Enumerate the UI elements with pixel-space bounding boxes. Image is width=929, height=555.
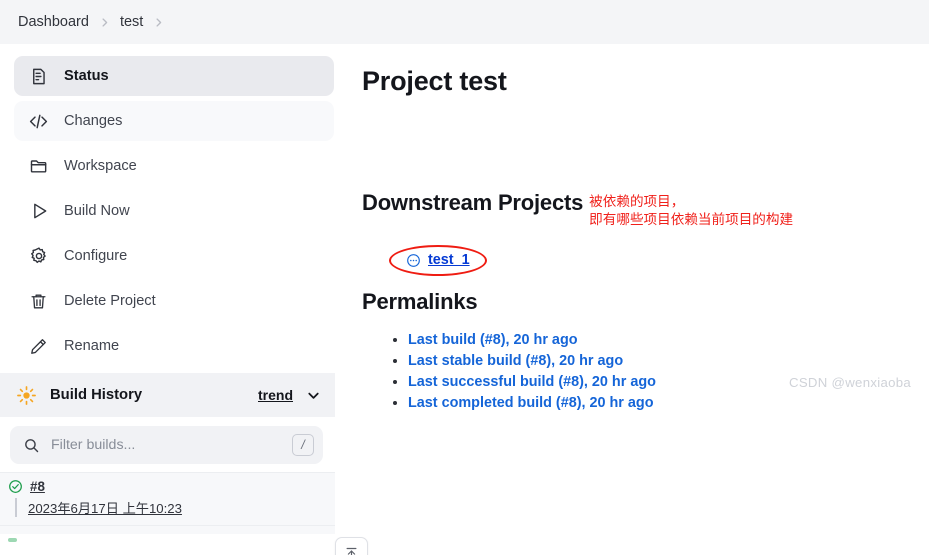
sidebar-item-label: Workspace	[64, 158, 137, 174]
downstream-projects-heading: Downstream Projects	[362, 190, 584, 215]
sidebar-item-changes[interactable]: Changes	[14, 101, 334, 141]
pending-circle-icon	[406, 253, 421, 268]
annotation-line-2: 即有哪些项目依赖当前项目的构建	[589, 212, 794, 228]
build-history-row[interactable]: #8 2023年6月17日 上午10:23	[0, 472, 335, 525]
filter-shortcut-badge: /	[292, 434, 314, 456]
build-date-link[interactable]: 2023年6月17日 上午10:23	[15, 498, 182, 517]
pencil-icon	[28, 336, 49, 357]
breadcrumb-item-test[interactable]: test	[120, 14, 143, 30]
sidebar-item-status[interactable]: Status	[14, 56, 334, 96]
filter-builds-input[interactable]	[51, 437, 281, 453]
permalinks-list: Last build (#8), 20 hr ago Last stable b…	[408, 332, 905, 411]
build-history-row-partial[interactable]	[0, 525, 335, 542]
breadcrumb-item-dashboard[interactable]: Dashboard	[18, 14, 89, 30]
chevron-right-icon-2[interactable]	[153, 17, 164, 28]
gear-icon	[28, 246, 49, 267]
permalink-last-stable-build[interactable]: Last stable build (#8), 20 hr ago	[408, 353, 623, 369]
sidebar-item-label: Build Now	[64, 203, 130, 219]
check-circle-icon	[8, 479, 23, 494]
page-title: Project test	[362, 66, 507, 96]
list-item: Last completed build (#8), 20 hr ago	[408, 395, 905, 411]
sidebar-item-workspace[interactable]: Workspace	[14, 146, 334, 186]
scroll-buttons-group	[335, 537, 368, 555]
build-filter-row: /	[0, 417, 335, 472]
sidebar-item-label: Rename	[64, 338, 120, 354]
chevron-right-icon	[99, 17, 110, 28]
permalink-last-completed-build[interactable]: Last completed build (#8), 20 hr ago	[408, 395, 653, 411]
sidebar-item-delete-project[interactable]: Delete Project	[14, 281, 334, 321]
chevron-down-icon[interactable]	[306, 388, 321, 403]
trend-link[interactable]: trend	[258, 387, 293, 403]
annotation-line-1: 被依赖的项目，	[589, 194, 685, 209]
annotation-note: 被依赖的项目， 即有哪些项目依赖当前项目的构建	[589, 190, 793, 229]
code-icon	[28, 111, 49, 132]
permalinks-heading: Permalinks	[362, 288, 478, 314]
list-item: Last stable build (#8), 20 hr ago	[408, 353, 905, 369]
scroll-to-top-button[interactable]	[336, 538, 367, 555]
permalink-last-build[interactable]: Last build (#8), 20 hr ago	[408, 332, 578, 348]
folder-icon	[28, 156, 49, 177]
downstream-project-item[interactable]: test_1	[398, 250, 478, 270]
build-history-title: Build History	[50, 387, 143, 403]
list-item: Last build (#8), 20 hr ago	[408, 332, 905, 348]
downstream-item-wrapper: test_1	[389, 245, 487, 277]
search-icon	[23, 437, 40, 454]
trash-icon	[28, 291, 49, 312]
play-icon	[28, 201, 49, 222]
sidebar-item-rename[interactable]: Rename	[14, 326, 334, 366]
build-number-link[interactable]: #8	[30, 479, 45, 494]
build-filter[interactable]: /	[10, 426, 323, 464]
build-history-panel: Build History trend /	[0, 373, 368, 555]
sun-icon	[16, 385, 37, 406]
sidebar-item-label: Status	[64, 68, 109, 84]
sidebar-item-label: Configure	[64, 248, 128, 264]
sidebar-item-label: Changes	[64, 113, 123, 129]
check-circle-icon-partial	[8, 538, 17, 542]
main-content: Project test Downstream Projects 被依赖的项目，…	[348, 44, 929, 416]
breadcrumb: Dashboard test	[0, 0, 929, 44]
sidebar-item-configure[interactable]: Configure	[14, 236, 334, 276]
downstream-projects-section: Downstream Projects 被依赖的项目， 即有哪些项目依赖当前项目…	[362, 190, 905, 229]
build-history-header: Build History trend	[0, 373, 335, 417]
permalink-last-successful-build[interactable]: Last successful build (#8), 20 hr ago	[408, 374, 656, 390]
document-icon	[28, 66, 49, 87]
sidebar: Status Changes Workspace Build Now Confi…	[0, 44, 368, 555]
sidebar-item-label: Delete Project	[64, 293, 156, 309]
sidebar-item-build-now[interactable]: Build Now	[14, 191, 334, 231]
watermark: CSDN @wenxiaoba	[789, 374, 911, 390]
downstream-project-link[interactable]: test_1	[428, 252, 470, 268]
